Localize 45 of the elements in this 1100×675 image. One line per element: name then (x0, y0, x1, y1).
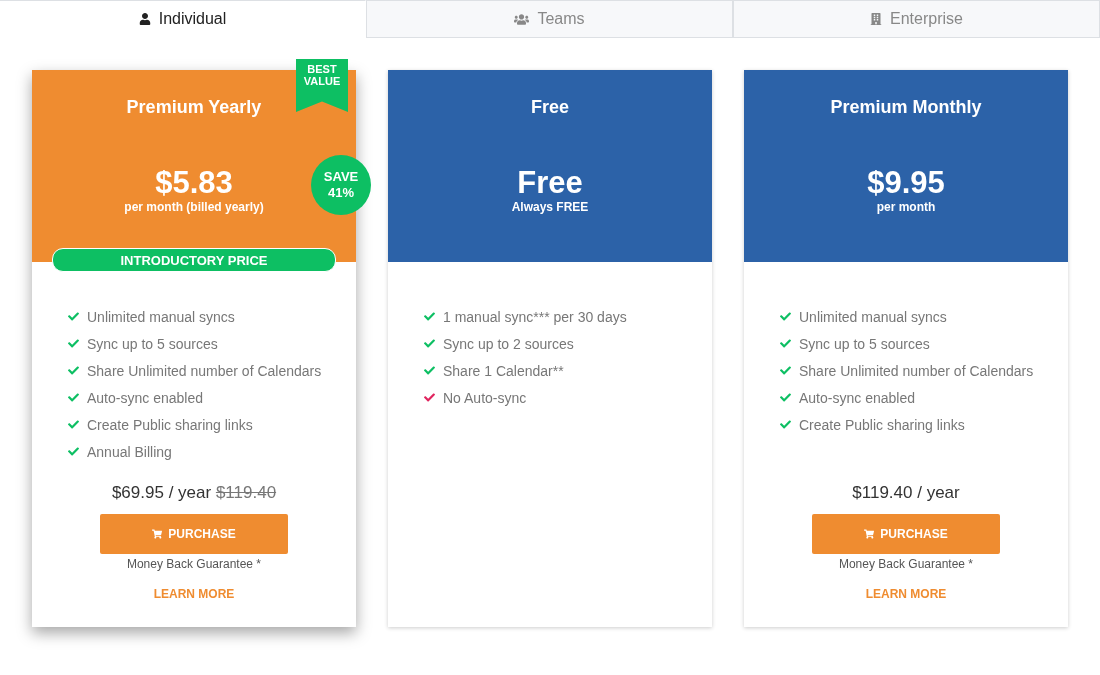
feature-text: Share 1 Calendar** (443, 362, 564, 379)
purchase-button[interactable]: PURCHASE (100, 514, 288, 554)
feature-text: Unlimited manual syncs (87, 308, 235, 325)
feature-text: Sync up to 2 sources (443, 335, 574, 352)
price-note: Always FREE (511, 200, 589, 214)
tab-label: Enterprise (890, 10, 963, 28)
building-icon (870, 13, 883, 25)
person-icon (138, 13, 151, 25)
feature-text: No Auto-sync (443, 389, 527, 406)
plan-title: Free (531, 97, 569, 118)
feature-text: Sync up to 5 sources (87, 335, 218, 352)
cart-icon (864, 529, 875, 539)
plan-price: $5.83 (155, 166, 233, 200)
feature-text: Auto-sync enabled (87, 389, 203, 406)
feature-text: Create Public sharing links (799, 416, 965, 433)
purchase-button[interactable]: PURCHASE (812, 514, 1000, 554)
group-icon (514, 11, 530, 27)
feature-text: Annual Billing (87, 443, 172, 460)
cart-icon (152, 529, 163, 539)
guarantee-text: Money Back Guarantee * (126, 557, 262, 571)
intro-banner: INTRODUCTORY PRICE (52, 248, 336, 272)
tab[interactable]: Enterprise (733, 0, 1100, 38)
best-value-ribbon: BEST VALUE (296, 59, 348, 112)
feature-text: 1 manual sync*** per 30 days (443, 308, 627, 325)
feature-text: Create Public sharing links (87, 416, 253, 433)
yearly-price: $69.95 / year $119.40 (111, 483, 277, 503)
tab-label: Teams (537, 10, 585, 28)
tab[interactable]: Teams (366, 0, 733, 38)
price-note: per month (billed yearly) (124, 200, 264, 214)
price-note: per month (876, 200, 936, 214)
feature-text: Auto-sync enabled (799, 389, 915, 406)
feature-text: Share Unlimited number of Calendars (87, 362, 322, 379)
feature-text: Unlimited manual syncs (799, 308, 947, 325)
learn-more-link[interactable]: LEARN MORE (865, 587, 947, 601)
plan-price: $9.95 (867, 166, 945, 200)
plan-title: Premium Yearly (126, 97, 262, 118)
guarantee-text: Money Back Guarantee * (838, 557, 974, 571)
plan-price: Free (517, 166, 583, 200)
save-badge: SAVE 41% (311, 155, 371, 215)
feature-text: Share Unlimited number of Calendars (799, 362, 1034, 379)
tab-label: Individual (158, 10, 227, 28)
plan-title: Premium Monthly (830, 97, 982, 118)
learn-more-link[interactable]: LEARN MORE (153, 587, 235, 601)
feature-text: Sync up to 5 sources (799, 335, 930, 352)
yearly-price: $119.40 / year (852, 483, 960, 503)
